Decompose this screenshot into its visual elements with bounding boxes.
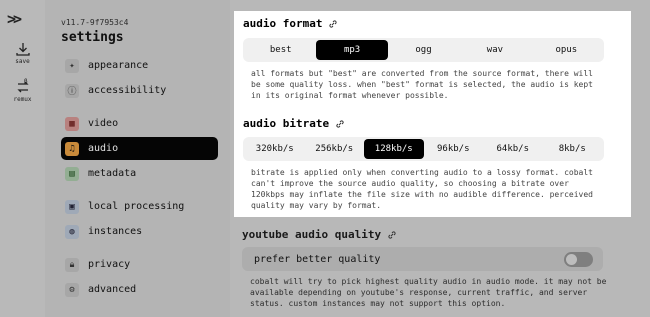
music-icon: ♫ [65,141,79,156]
audio-bitrate-heading: audio bitrate [243,117,330,130]
link-icon[interactable] [387,230,397,240]
sliders-icon: ⚙ [65,282,79,297]
link-icon[interactable] [335,119,345,129]
sidebar-item-privacy[interactable]: 🔒︎ privacy [61,253,218,276]
save-button[interactable]: save [0,42,45,65]
sidebar-item-label: audio [88,143,119,154]
audio-bitrate-title: audio bitrate [243,117,345,130]
sidebar-item-advanced[interactable]: ⚙ advanced [61,278,218,301]
bitrate-option-320[interactable]: 320kb/s [245,139,305,159]
youtube-audio-quality-title: youtube audio quality [242,228,397,241]
sidebar-item-label: appearance [88,60,149,71]
cobalt-logo[interactable]: >> [7,10,22,28]
prefer-better-quality-toggle[interactable] [564,251,593,267]
audio-settings-panel: audio format best mp3 ogg wav opus all f… [234,11,631,217]
globe-icon: ◍ [65,224,79,239]
remux-button[interactable]: remux [0,80,45,103]
sidebar-item-label: instances [88,226,143,237]
sidebar-item-video[interactable]: ▦ video [61,112,218,135]
sidebar-item-metadata[interactable]: ▤ metadata [61,162,218,185]
audio-bitrate-selector: 320kb/s 256kb/s 128kb/s 96kb/s 64kb/s 8k… [243,137,604,161]
audio-format-heading: audio format [243,17,323,30]
format-option-ogg[interactable]: ogg [388,40,459,60]
lock-icon: 🔒︎ [65,257,79,272]
left-rail: >> save remux β [0,0,45,317]
page-title: settings [61,30,124,45]
audio-format-title: audio format [243,17,338,30]
sidebar-item-label: accessibility [88,85,167,96]
toggle-knob [566,253,577,265]
sidebar-item-label: advanced [88,284,137,295]
sparkle-icon: ✦ [65,58,79,73]
sidebar-item-appearance[interactable]: ✦ appearance [61,54,218,77]
sidebar-item-accessibility[interactable]: ⓘ accessibility [61,79,218,102]
remux-icon [16,81,29,93]
bitrate-option-96[interactable]: 96kb/s [424,139,484,159]
format-option-best[interactable]: best [245,40,316,60]
format-option-wav[interactable]: wav [459,40,530,60]
accessibility-icon: ⓘ [65,83,79,98]
sidebar-item-label: video [88,118,119,129]
download-icon [15,43,30,56]
bitrate-option-64[interactable]: 64kb/s [483,139,543,159]
audio-format-description: all formats but "best" are converted fro… [251,69,593,100]
remux-badge: β [24,78,28,85]
bitrate-option-128[interactable]: 128kb/s [364,139,424,159]
format-option-mp3[interactable]: mp3 [316,40,388,60]
prefer-better-quality-label: prefer better quality [254,253,381,265]
format-option-opus[interactable]: opus [531,40,602,60]
bitrate-option-8[interactable]: 8kb/s [543,139,603,159]
sidebar-item-label: metadata [88,168,137,179]
remux-label: remux [13,96,32,103]
sidebar-item-label: privacy [88,259,131,270]
version-label: v11.7-9f7953c4 [61,18,129,27]
chip-icon: ▣ [65,199,79,214]
youtube-audio-quality-heading: youtube audio quality [242,228,382,241]
youtube-audio-quality-description: cobalt will try to pick highest quality … [250,277,607,308]
film-icon: ▦ [65,116,79,131]
audio-format-selector: best mp3 ogg wav opus [243,38,604,62]
bitrate-option-256[interactable]: 256kb/s [305,139,365,159]
file-icon: ▤ [65,166,79,181]
sidebar-item-label: local processing [88,201,185,212]
sidebar-item-local-processing[interactable]: ▣ local processing [61,195,218,218]
sidebar-item-audio[interactable]: ♫ audio [61,137,218,160]
save-label: save [15,58,30,65]
link-icon[interactable] [328,19,338,29]
audio-bitrate-description: bitrate is applied only when converting … [251,168,593,210]
prefer-better-quality-row[interactable]: prefer better quality [242,247,603,271]
sidebar-item-instances[interactable]: ◍ instances [61,220,218,243]
